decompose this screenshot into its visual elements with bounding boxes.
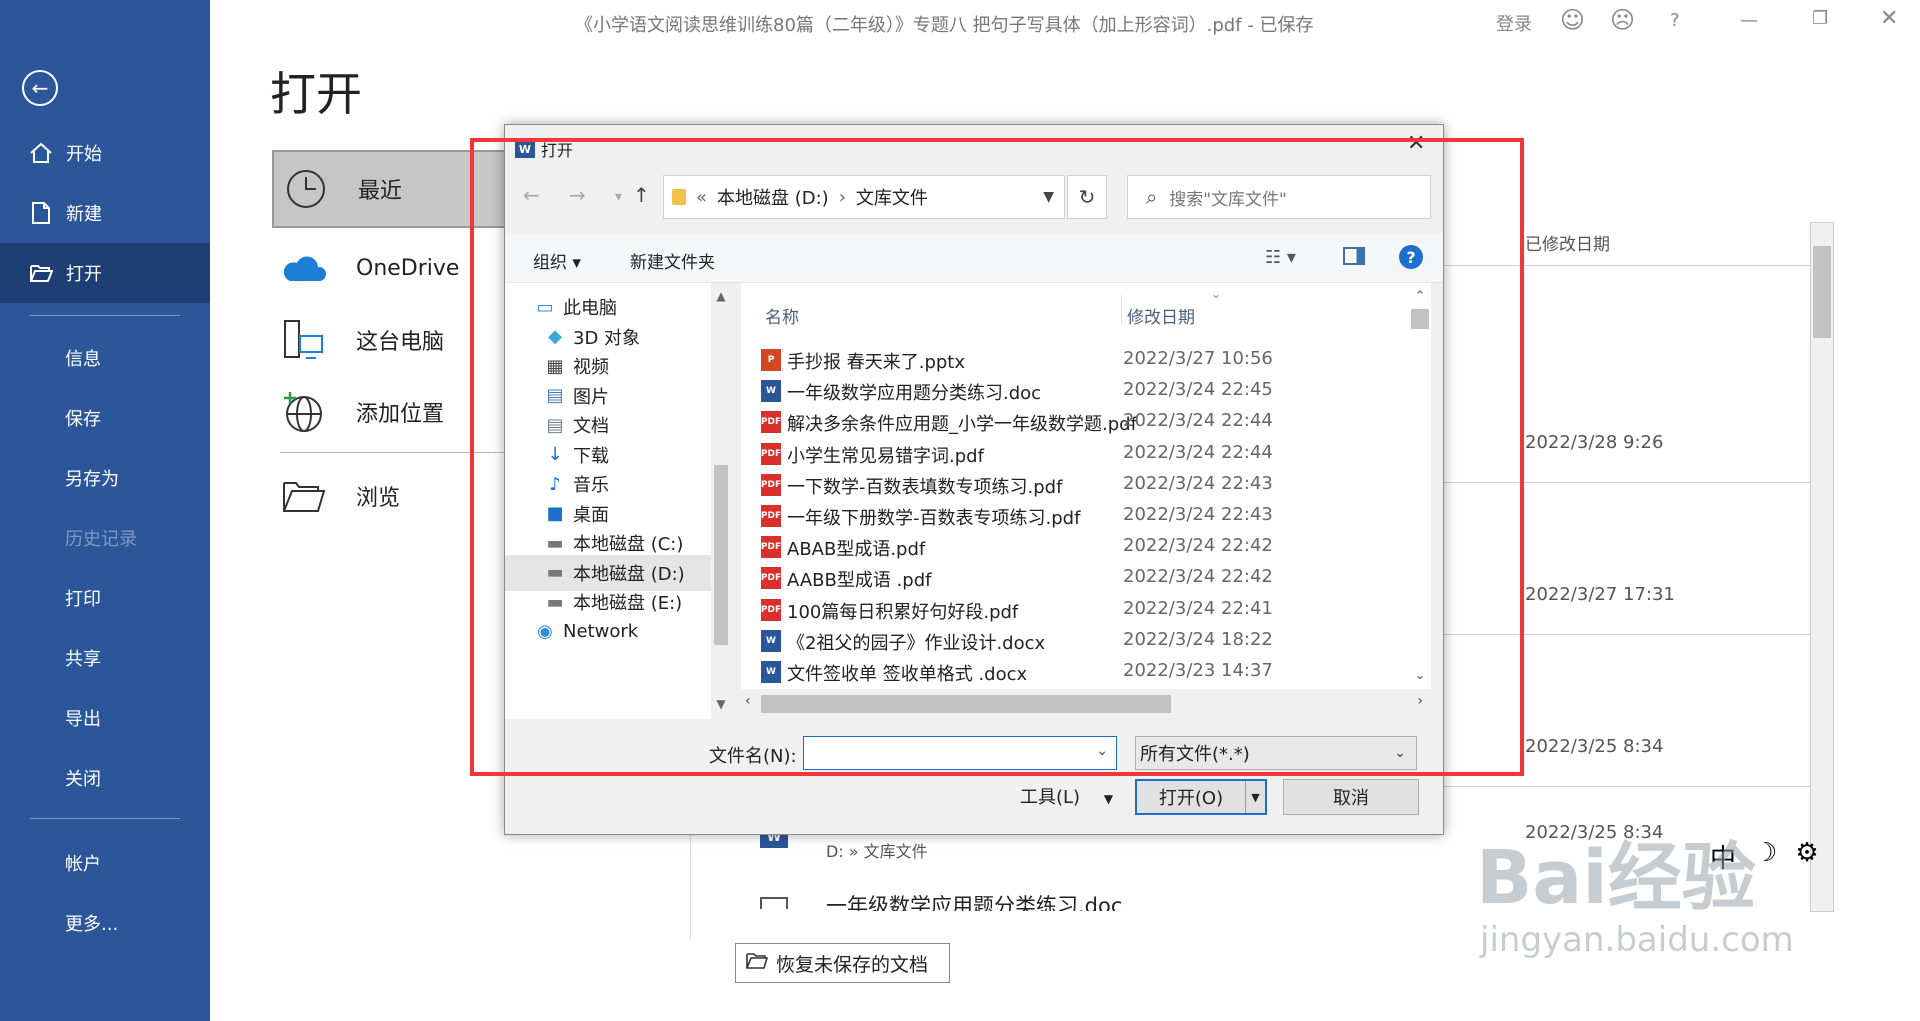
baidu-jingyan-watermark: Bai经验 jingyan.baidu.com bbox=[1476, 838, 1816, 988]
nav-save-as[interactable]: 另存为 bbox=[65, 465, 119, 491]
folder-icon bbox=[282, 474, 326, 518]
nav-open[interactable]: 打开 bbox=[0, 243, 210, 303]
location-add-place-label: 添加位置 bbox=[356, 402, 445, 427]
clock-icon bbox=[284, 167, 328, 211]
nav-open-label: 打开 bbox=[66, 264, 102, 285]
nav-home-label: 开始 bbox=[66, 144, 102, 165]
nav-info[interactable]: 信息 bbox=[65, 345, 101, 371]
nav-account[interactable]: 帐户 bbox=[65, 850, 101, 876]
document-icon bbox=[760, 897, 788, 909]
computer-icon bbox=[282, 318, 326, 362]
smile-icon[interactable]: ☺ bbox=[1560, 6, 1585, 34]
recent-date: 2022/3/27 17:31 bbox=[1525, 584, 1675, 605]
nav-more[interactable]: 更多... bbox=[65, 910, 118, 936]
location-onedrive-label: OneDrive bbox=[356, 255, 460, 281]
recover-unsaved-label: 恢复未保存的文档 bbox=[776, 953, 929, 976]
sidebar-divider bbox=[30, 315, 180, 316]
nav-share[interactable]: 共享 bbox=[65, 645, 101, 671]
location-recent-label: 最近 bbox=[358, 179, 403, 204]
globe-add-icon bbox=[282, 390, 326, 434]
folder-icon bbox=[746, 952, 769, 975]
folder-open-icon bbox=[28, 263, 54, 283]
sidebar-divider bbox=[30, 818, 180, 819]
home-icon bbox=[28, 142, 54, 164]
nav-export[interactable]: 导出 bbox=[65, 705, 101, 731]
nav-new-label: 新建 bbox=[66, 204, 102, 225]
open-button-label: 打开(O) bbox=[1158, 788, 1224, 809]
nav-history: 历史记录 bbox=[65, 529, 137, 550]
restore-icon[interactable]: ❐ bbox=[1812, 8, 1828, 29]
recent-file-path: D: » 文库文件 bbox=[826, 842, 928, 861]
location-this-pc-label: 这台电脑 bbox=[356, 330, 445, 355]
recent-list-scroll-thumb[interactable] bbox=[1813, 246, 1831, 338]
frown-icon[interactable]: ☹ bbox=[1610, 6, 1635, 34]
back-arrow-icon[interactable]: ← bbox=[22, 70, 58, 106]
new-document-icon bbox=[28, 201, 54, 225]
watermark-url: jingyan.baidu.com bbox=[1480, 920, 1794, 960]
open-options-chevron-icon[interactable]: ▼ bbox=[1245, 781, 1265, 813]
document-title: 《小学语文阅读思维训练80篇（二年级）》专题八 把句子写具体（加上形容词）.pd… bbox=[575, 15, 1314, 36]
recover-unsaved-button[interactable]: 恢复未保存的文档 bbox=[735, 943, 950, 983]
modified-column-header: 已修改日期 bbox=[1525, 235, 1610, 255]
nav-print[interactable]: 打印 bbox=[65, 585, 101, 611]
nav-close[interactable]: 关闭 bbox=[65, 765, 101, 791]
backstage-sidebar: ← 开始 新建 打开 信息 保存 另存为 历史记录 打印 共享 导出 关闭 帐户… bbox=[0, 0, 210, 1021]
page-title: 打开 bbox=[270, 67, 362, 121]
cloud-icon bbox=[282, 246, 326, 290]
highlight-annotation-box bbox=[470, 138, 1524, 776]
open-button[interactable]: 打开(O) ▼ bbox=[1135, 779, 1267, 815]
minimize-icon[interactable]: — bbox=[1740, 10, 1758, 31]
tools-label: 工具(L) bbox=[1020, 787, 1081, 808]
nav-home[interactable]: 开始 bbox=[0, 125, 210, 181]
recent-file-name[interactable]: 一年级数学应用题分类练习.doc bbox=[826, 891, 1136, 911]
recent-date: 2022/3/28 9:26 bbox=[1525, 432, 1664, 453]
watermark-brand: Bai经验 bbox=[1476, 835, 1756, 921]
nav-new[interactable]: 新建 bbox=[0, 185, 210, 241]
help-icon[interactable]: ? bbox=[1670, 10, 1680, 31]
cancel-button[interactable]: 取消 bbox=[1283, 779, 1419, 815]
chevron-down-icon: ▼ bbox=[1103, 792, 1114, 806]
location-browse-label: 浏览 bbox=[356, 486, 401, 511]
login-link[interactable]: 登录 bbox=[1496, 10, 1532, 36]
title-bar: 《小学语文阅读思维训练80篇（二年级）》专题八 把句子写具体（加上形容词）.pd… bbox=[210, 0, 1920, 46]
close-icon[interactable]: ✕ bbox=[1880, 6, 1898, 31]
recent-date: 2022/3/25 8:34 bbox=[1525, 736, 1664, 757]
nav-save[interactable]: 保存 bbox=[65, 405, 101, 431]
tools-menu[interactable]: 工具(L) ▼ bbox=[1020, 783, 1113, 809]
